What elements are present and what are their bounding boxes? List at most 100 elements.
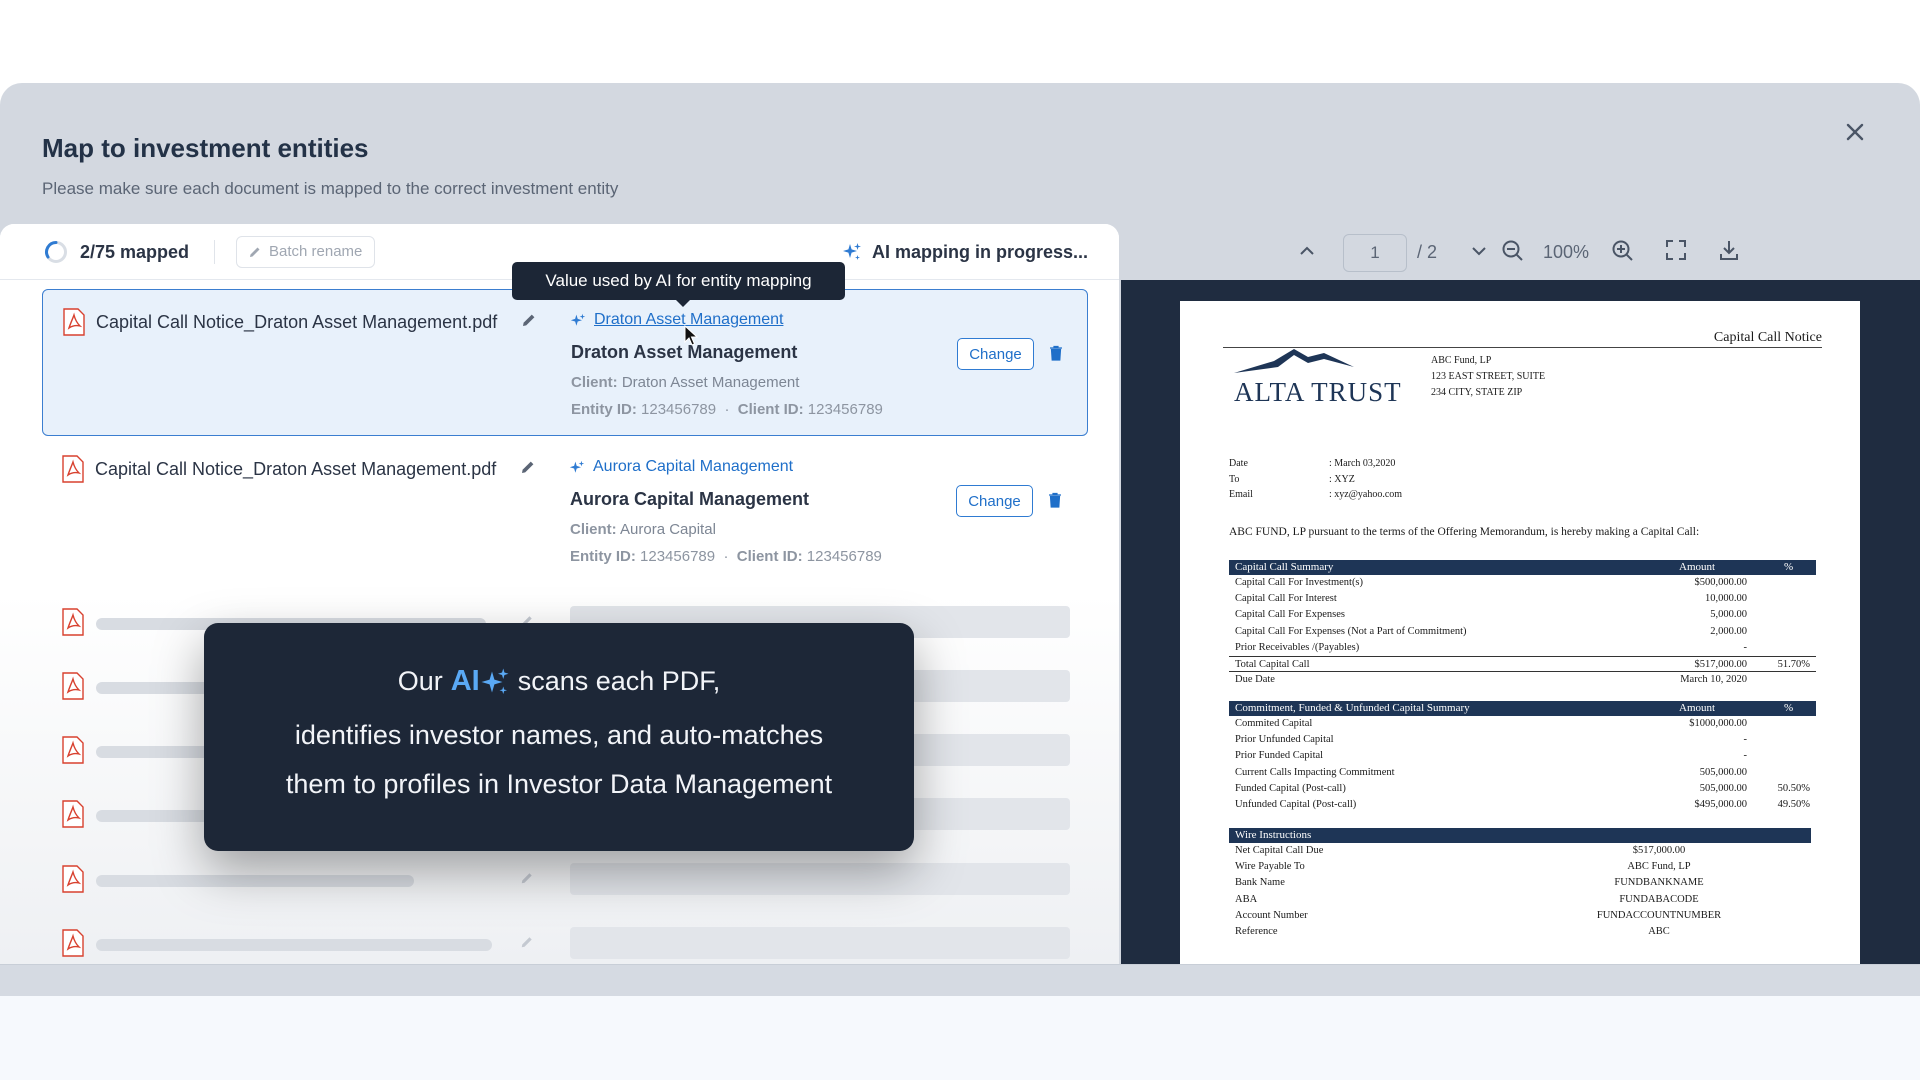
table-row: Funded Capital (Post-call) 505,000.00 50.5… [1235,782,1810,794]
trash-icon[interactable] [1048,492,1062,508]
table-row: Unfunded Capital (Post-call) $495,000.00 4… [1235,798,1810,810]
client-value: Aurora Capital [620,521,716,538]
zoom-level: 100% [1543,242,1590,262]
table-row: Wire Payable To ABC Fund, LP [1235,861,1691,873]
edit-pencil-icon [521,873,532,884]
pdf-file-icon [62,608,84,636]
file-name: Capital Call Notice_Draton Asset Managem… [95,459,497,479]
pdf-meta: Date: March 03,2020 To: XYZ Email: xyz@y… [1229,456,1402,503]
download-icon[interactable] [1718,239,1740,261]
change-entity-button[interactable]: Change [957,338,1034,370]
batch-rename-button[interactable]: Batch rename [236,236,376,268]
client-label: Client: [570,521,617,538]
callout-line-1: Our AI scans each PDF, [204,665,914,698]
entity-ids: Entity ID: 123456789 · Client ID: 123456… [570,548,882,565]
pdf-file-icon [62,672,84,700]
pdf-file-icon [62,800,84,828]
zoom-in-icon[interactable] [1611,239,1635,263]
entity-id: 123456789 [640,548,716,565]
client-info: Client: Aurora Capital [570,521,716,538]
edit-pencil-icon[interactable] [521,312,537,328]
skeleton-bar [570,863,1070,895]
mouse-cursor-icon [684,325,698,346]
pdf-viewer[interactable]: Capital Call Notice ALTA TRUST ABC Fund,… [1121,280,1920,964]
pdf-file-icon [62,865,84,893]
table-row: Capital Call For Investment(s) $500,000.0… [1235,577,1747,588]
table-row: Current Calls Impacting Commitment 505,00… [1235,766,1747,778]
client-id-label: Client ID: [737,401,804,418]
client-label: Client: [571,374,618,391]
table-header: Wire Instructions [1229,828,1811,843]
edit-pencil-icon[interactable] [520,459,536,475]
skeleton-bar [96,682,216,694]
client-id: 123456789 [806,548,882,565]
entity-ids: Entity ID: 123456789 · Client ID: 123456… [571,401,883,418]
table-row: Reference ABC [1235,925,1670,937]
table-header: Commitment, Funded & Unfunded Capital Su… [1229,701,1816,716]
pdf-file-icon [62,929,84,957]
pdf-viewer-toolbar: 1 / 2 100% [1121,224,1920,280]
table-header: Capital Call Summary Amount% [1229,560,1816,575]
table-row: Capital Call For Interest 10,000.00 [1235,593,1747,605]
entity-id-label: Entity ID: [571,401,637,418]
trash-icon[interactable] [1049,345,1063,361]
meta-value: : xyz@yahoo.com [1329,489,1403,500]
close-icon[interactable] [1840,117,1870,147]
file-name: Capital Call Notice_Draton Asset Managem… [96,312,498,332]
change-entity-button[interactable]: Change [956,485,1033,517]
progress-spinner-icon [45,241,67,263]
ai-sparkle-icon [569,460,585,473]
mapped-count: 2/75 mapped [80,242,190,262]
ai-sparkle-icon [570,313,586,326]
document-row[interactable]: Capital Call Notice_Draton Asset Managem… [42,437,1088,584]
meta-key: Email [1229,489,1253,500]
chevron-down-icon[interactable] [1469,241,1489,261]
address-line: ABC Fund, LP [1431,355,1492,366]
pdf-intro: ABC FUND, LP pursuant to the terms of th… [1229,526,1700,538]
table-row-total: Total Capital Call $517,000.00 51.70% [1229,655,1816,673]
table-row: Prior Unfunded Capital - [1235,734,1747,746]
table-row: Prior Funded Capital - [1235,750,1747,762]
pdf-file-icon [63,308,85,336]
table-row: Capital Call For Expenses 5,000.00 [1235,609,1747,621]
client-value: Draton Asset Management [621,374,800,391]
fullscreen-icon[interactable] [1665,239,1687,261]
callout-line-2: identifies investor names, and auto-matc… [294,720,824,750]
alta-trust-logo-mountain [1234,349,1354,373]
skeleton-bar [96,939,492,951]
header-cell: Amount [1679,561,1716,573]
pdf-document-title: Capital Call Notice [1713,330,1822,345]
ai-value-tooltip: Value used by AI for entity mapping [512,262,845,307]
capital-call-summary-table: Capital Call Summary Amount% Capital Call… [1229,560,1816,688]
loading-row-skeleton [42,861,1088,901]
header-cell: Amount [1679,702,1716,714]
page-number-input[interactable]: 1 [1343,234,1407,272]
page-total: / 2 [1417,242,1438,262]
callout-ai-label: AI [450,665,480,697]
ai-extracted-value-link[interactable]: Aurora Capital Management [593,458,793,476]
chevron-up-icon[interactable] [1297,241,1317,261]
table-row: Bank Name FUNDBANKNAME [1235,877,1704,889]
loading-row-skeleton [42,925,1088,964]
zoom-out-icon[interactable] [1501,239,1525,263]
entity-id: 123456789 [641,401,717,418]
commitment-summary-table: Commitment, Funded & Unfunded Capital Su… [1229,701,1816,813]
pdf-page: Capital Call Notice ALTA TRUST ABC Fund,… [1180,301,1860,964]
table-row: Net Capital Call Due $517,000.00 [1235,845,1686,856]
meta-value: : XYZ [1329,473,1355,485]
entity-name: Aurora Capital Management [570,489,810,509]
ai-sparkle-icon [481,668,509,694]
ai-status-text: AI mapping in progress... [872,241,1089,262]
pencil-icon [250,247,260,257]
table-row: Prior Receivables /(Payables) - [1235,641,1747,653]
skeleton-bar [96,875,414,887]
address-line: 123 EAST STREET, SUITE [1431,371,1546,382]
batch-rename-label: Batch rename [269,243,363,260]
modal-footer [0,964,1920,996]
toolbar-divider [214,240,215,264]
callout-suffix: scans each PDF, [517,666,721,696]
document-row[interactable]: Capital Call Notice_Draton Asset Managem… [42,289,1088,436]
callout-prefix: Our [397,666,443,696]
entity-id-label: Entity ID: [570,548,636,565]
client-id-label: Client ID: [736,548,803,565]
